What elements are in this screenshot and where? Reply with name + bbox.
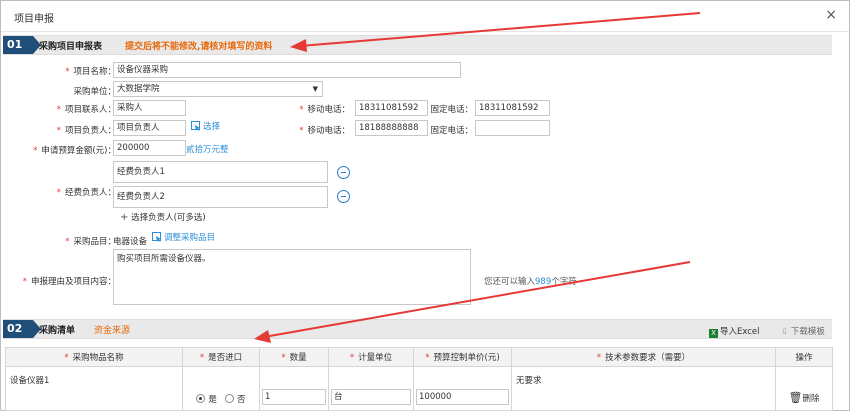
annotation-arrowhead-2 (254, 330, 271, 343)
annotation-arrowhead-1 (290, 39, 307, 52)
annotation-arrows (254, 12, 701, 343)
annotation-arrow-2 (263, 261, 691, 338)
annotation-arrow-1 (299, 12, 701, 47)
